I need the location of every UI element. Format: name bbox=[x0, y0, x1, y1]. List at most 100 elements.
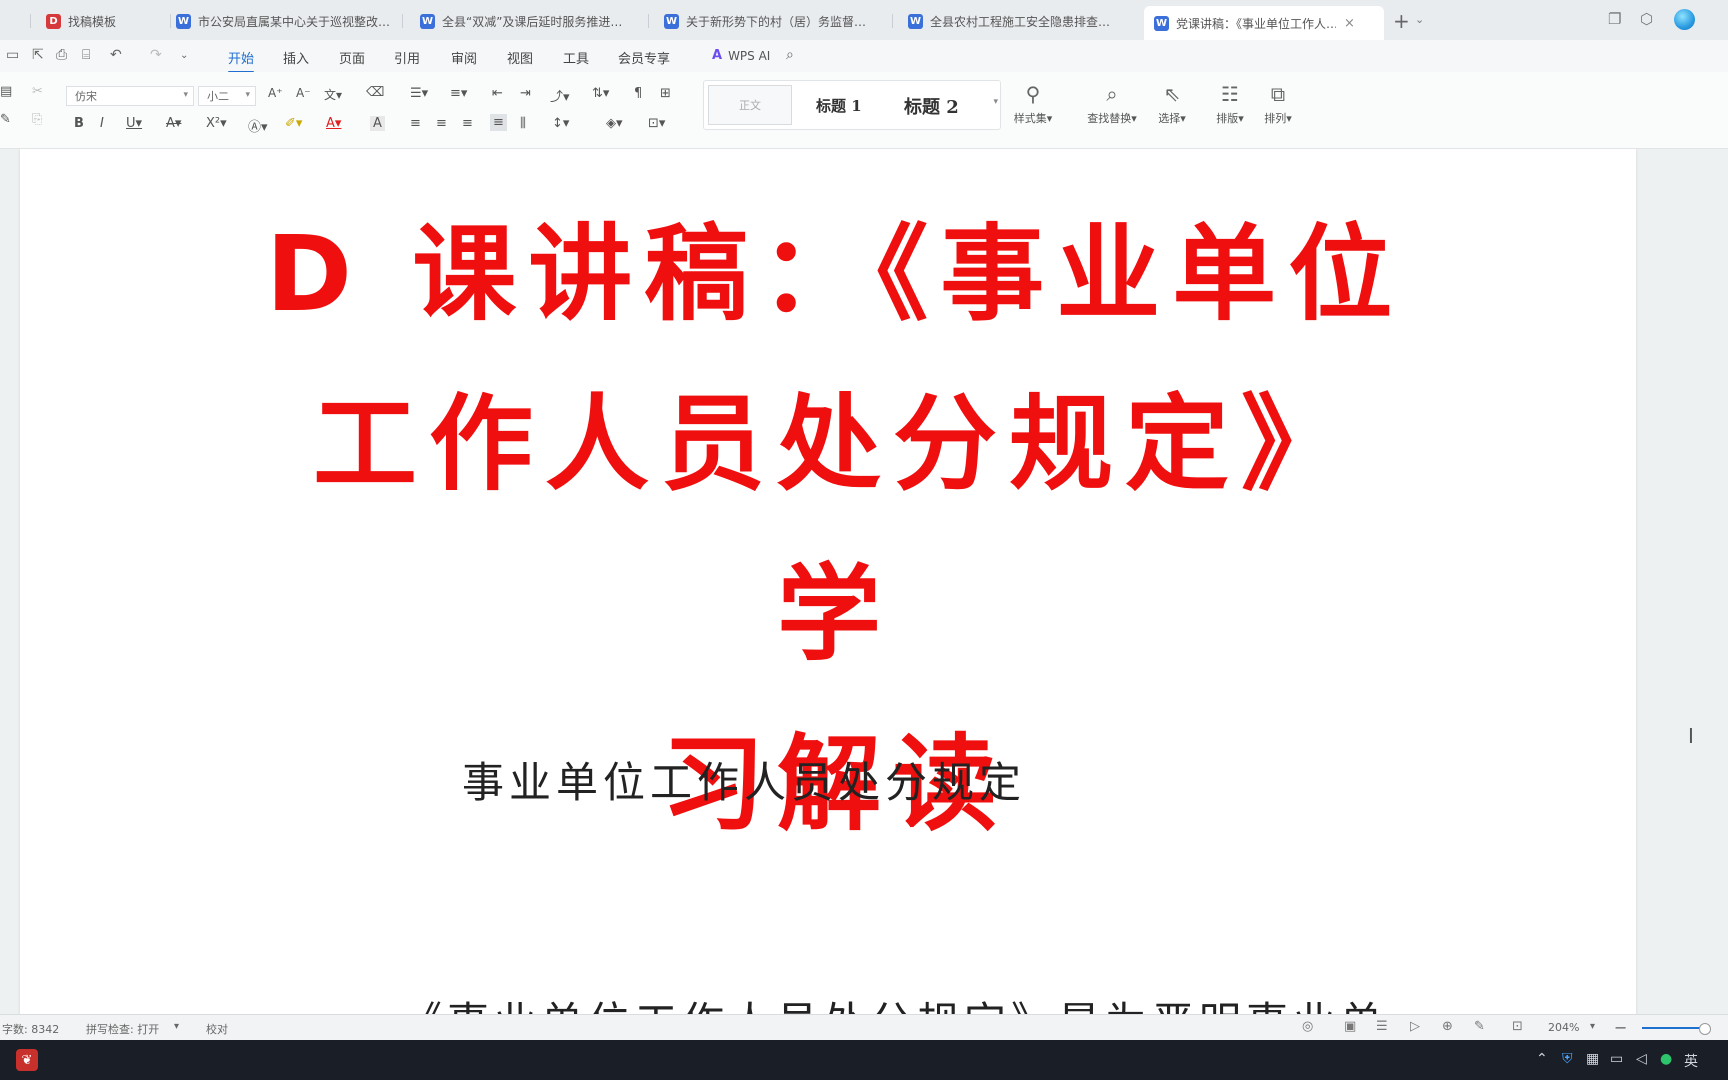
italic-icon[interactable]: I bbox=[100, 116, 104, 131]
menu-tools[interactable]: 工具 bbox=[563, 48, 589, 67]
zoom-level[interactable]: 204% bbox=[1548, 1021, 1579, 1034]
distributed-icon[interactable]: ⫼ bbox=[520, 116, 526, 131]
show-marks-icon[interactable]: ¶ bbox=[634, 86, 642, 101]
app-logo-icon[interactable]: ❦ bbox=[16, 1049, 38, 1071]
format-painter-icon[interactable]: ✎ bbox=[0, 112, 11, 127]
underline-icon[interactable]: U▾ bbox=[126, 116, 142, 131]
style-heading-2[interactable]: 标题 2 bbox=[904, 93, 959, 119]
document-page[interactable]: D 课讲稿：《事业单位 工作人员处分规定》学 习解读 事业单位工作人员处分规定 … bbox=[20, 149, 1636, 1014]
tab-3[interactable]: W 关于新形势下的村（居）务监督… bbox=[664, 6, 886, 36]
char-shading-icon[interactable]: A bbox=[370, 116, 385, 131]
menu-reference[interactable]: 引用 bbox=[394, 48, 420, 67]
line-spacing-icon[interactable]: ↕▾ bbox=[552, 116, 569, 131]
chevron-down-icon[interactable]: ▾ bbox=[174, 1021, 179, 1032]
style-set-label: 样式集 bbox=[1013, 112, 1047, 125]
print-preview-icon[interactable]: ⌸ bbox=[82, 47, 90, 63]
tab-0[interactable]: D 找稿模板 bbox=[46, 6, 166, 36]
style-normal[interactable]: 正文 bbox=[708, 85, 792, 125]
align-center-icon[interactable]: ≡ bbox=[436, 116, 447, 131]
shrink-font-icon[interactable]: A⁻ bbox=[296, 86, 311, 100]
chevron-down-icon: ▾ bbox=[245, 90, 250, 100]
play-icon[interactable]: ▷ bbox=[1410, 1019, 1420, 1034]
chevron-down-icon[interactable]: ▾ bbox=[993, 97, 998, 107]
font-color-icon[interactable]: A▾ bbox=[326, 116, 341, 131]
chevron-down-icon[interactable]: ⌄ bbox=[1415, 13, 1424, 26]
borders-icon[interactable]: ⊡▾ bbox=[648, 116, 665, 131]
chevron-down-icon[interactable]: ⌄ bbox=[180, 50, 188, 61]
chevron-up-icon[interactable]: ⌃ bbox=[1536, 1051, 1548, 1067]
phonetic-icon[interactable]: 文▾ bbox=[324, 86, 342, 103]
bold-icon[interactable]: B bbox=[74, 116, 84, 131]
page-view-icon[interactable]: ▣ bbox=[1344, 1019, 1356, 1034]
strikethrough-icon[interactable]: A▾ bbox=[166, 116, 181, 131]
table-border-icon[interactable]: ⊞ bbox=[660, 86, 671, 101]
numbered-list-icon[interactable]: ≡▾ bbox=[450, 86, 467, 101]
outline-view-icon[interactable]: ☰ bbox=[1376, 1019, 1388, 1034]
cube-icon[interactable]: ⬡ bbox=[1640, 10, 1653, 28]
menu-home[interactable]: 开始 bbox=[228, 48, 255, 73]
grow-font-icon[interactable]: A⁺ bbox=[268, 86, 283, 100]
export-icon[interactable]: ⇱ bbox=[32, 47, 44, 63]
align-left-icon[interactable]: ≡ bbox=[410, 116, 421, 131]
ime-indicator[interactable]: 英 bbox=[1684, 1051, 1698, 1071]
bullet-list-icon[interactable]: ☰▾ bbox=[410, 86, 428, 101]
volume-icon[interactable]: ◁ bbox=[1636, 1051, 1647, 1067]
layout-button[interactable]: ☷ 排版▾ bbox=[1210, 82, 1250, 126]
font-name-select[interactable]: 仿宋 ▾ bbox=[66, 86, 194, 106]
display-icon[interactable]: ▭ bbox=[1610, 1051, 1623, 1067]
menu-review[interactable]: 审阅 bbox=[451, 48, 477, 67]
font-size-select[interactable]: 小二 ▾ bbox=[198, 86, 256, 106]
tab-2[interactable]: W 全县“双减”及课后延时服务推进… bbox=[420, 6, 640, 36]
save-icon[interactable]: ▭ bbox=[6, 47, 19, 63]
paste-icon[interactable]: ▤ bbox=[0, 84, 12, 99]
tab-5-active[interactable]: W 党课讲稿：《事业单位工作人… × bbox=[1144, 6, 1384, 40]
decrease-indent-icon[interactable]: ⇤ bbox=[492, 86, 503, 101]
redo-icon[interactable]: ↷ bbox=[150, 47, 162, 63]
wechat-icon[interactable]: ● bbox=[1660, 1051, 1672, 1067]
copy-icon[interactable]: ⎘ bbox=[32, 112, 42, 127]
web-view-icon[interactable]: ⊕ bbox=[1442, 1019, 1453, 1034]
app-tray-icon[interactable]: ▦ bbox=[1586, 1051, 1599, 1067]
menu-member[interactable]: 会员专享 bbox=[618, 48, 670, 67]
text-direction-icon[interactable]: ⤴▾ bbox=[550, 86, 570, 105]
chevron-down-icon[interactable]: ▾ bbox=[1590, 1021, 1595, 1032]
fit-page-icon[interactable]: ⊡ bbox=[1512, 1019, 1523, 1034]
menu-page[interactable]: 页面 bbox=[339, 48, 365, 67]
zoom-out-icon[interactable]: − bbox=[1614, 1018, 1627, 1037]
find-replace-button[interactable]: ⌕ 查找替换▾ bbox=[1082, 82, 1142, 126]
arrange-button[interactable]: ⧉ 排列▾ bbox=[1258, 82, 1298, 126]
undo-icon[interactable]: ↶ bbox=[110, 47, 122, 63]
select-button[interactable]: ⇖ 选择▾ bbox=[1152, 82, 1192, 126]
wps-ai-button[interactable]: A WPS AI bbox=[712, 48, 770, 63]
zoom-slider-handle[interactable] bbox=[1699, 1023, 1711, 1035]
style-set-button[interactable]: ⚲ 样式集▾ bbox=[1008, 82, 1058, 126]
pen-icon[interactable]: ✎ bbox=[1474, 1019, 1485, 1034]
menu-view[interactable]: 视图 bbox=[507, 48, 533, 67]
align-right-icon[interactable]: ≡ bbox=[462, 116, 473, 131]
print-icon[interactable]: ⎙ bbox=[56, 47, 67, 63]
text-effect-icon[interactable]: Ⓐ▾ bbox=[248, 116, 268, 135]
tab-1[interactable]: W 市公安局直属某中心关于巡视整改… bbox=[176, 6, 396, 36]
shading-icon[interactable]: ◈▾ bbox=[606, 116, 623, 131]
menu-insert[interactable]: 插入 bbox=[283, 48, 309, 67]
clear-format-icon[interactable]: ⌫ bbox=[366, 85, 384, 100]
cut-icon[interactable]: ✂ bbox=[32, 84, 43, 99]
search-icon[interactable]: ⌕ bbox=[786, 47, 794, 63]
proofread-button[interactable]: 校对 bbox=[206, 1021, 228, 1037]
close-tab-icon[interactable]: × bbox=[1344, 16, 1355, 31]
shield-icon[interactable]: ⛨ bbox=[1562, 1051, 1573, 1067]
justify-icon[interactable]: ≡ bbox=[490, 114, 507, 131]
sort-icon[interactable]: ⇅▾ bbox=[592, 86, 609, 101]
superscript-icon[interactable]: X²▾ bbox=[206, 116, 227, 131]
new-tab-icon[interactable]: + bbox=[1393, 9, 1410, 33]
highlight-icon[interactable]: ✐▾ bbox=[285, 116, 302, 131]
restore-window-icon[interactable]: ❐ bbox=[1608, 10, 1621, 28]
eye-protection-icon[interactable]: ◎ bbox=[1302, 1019, 1313, 1034]
zoom-slider[interactable] bbox=[1642, 1027, 1702, 1029]
tab-4[interactable]: W 全县农村工程施工安全隐患排查… bbox=[908, 6, 1130, 36]
style-heading-1[interactable]: 标题 1 bbox=[816, 95, 862, 116]
avatar[interactable] bbox=[1674, 9, 1695, 30]
spell-check-toggle[interactable]: 拼写检查: 打开 bbox=[86, 1021, 159, 1037]
word-count[interactable]: 字数: 8342 bbox=[2, 1021, 59, 1037]
increase-indent-icon[interactable]: ⇥ bbox=[520, 86, 531, 101]
